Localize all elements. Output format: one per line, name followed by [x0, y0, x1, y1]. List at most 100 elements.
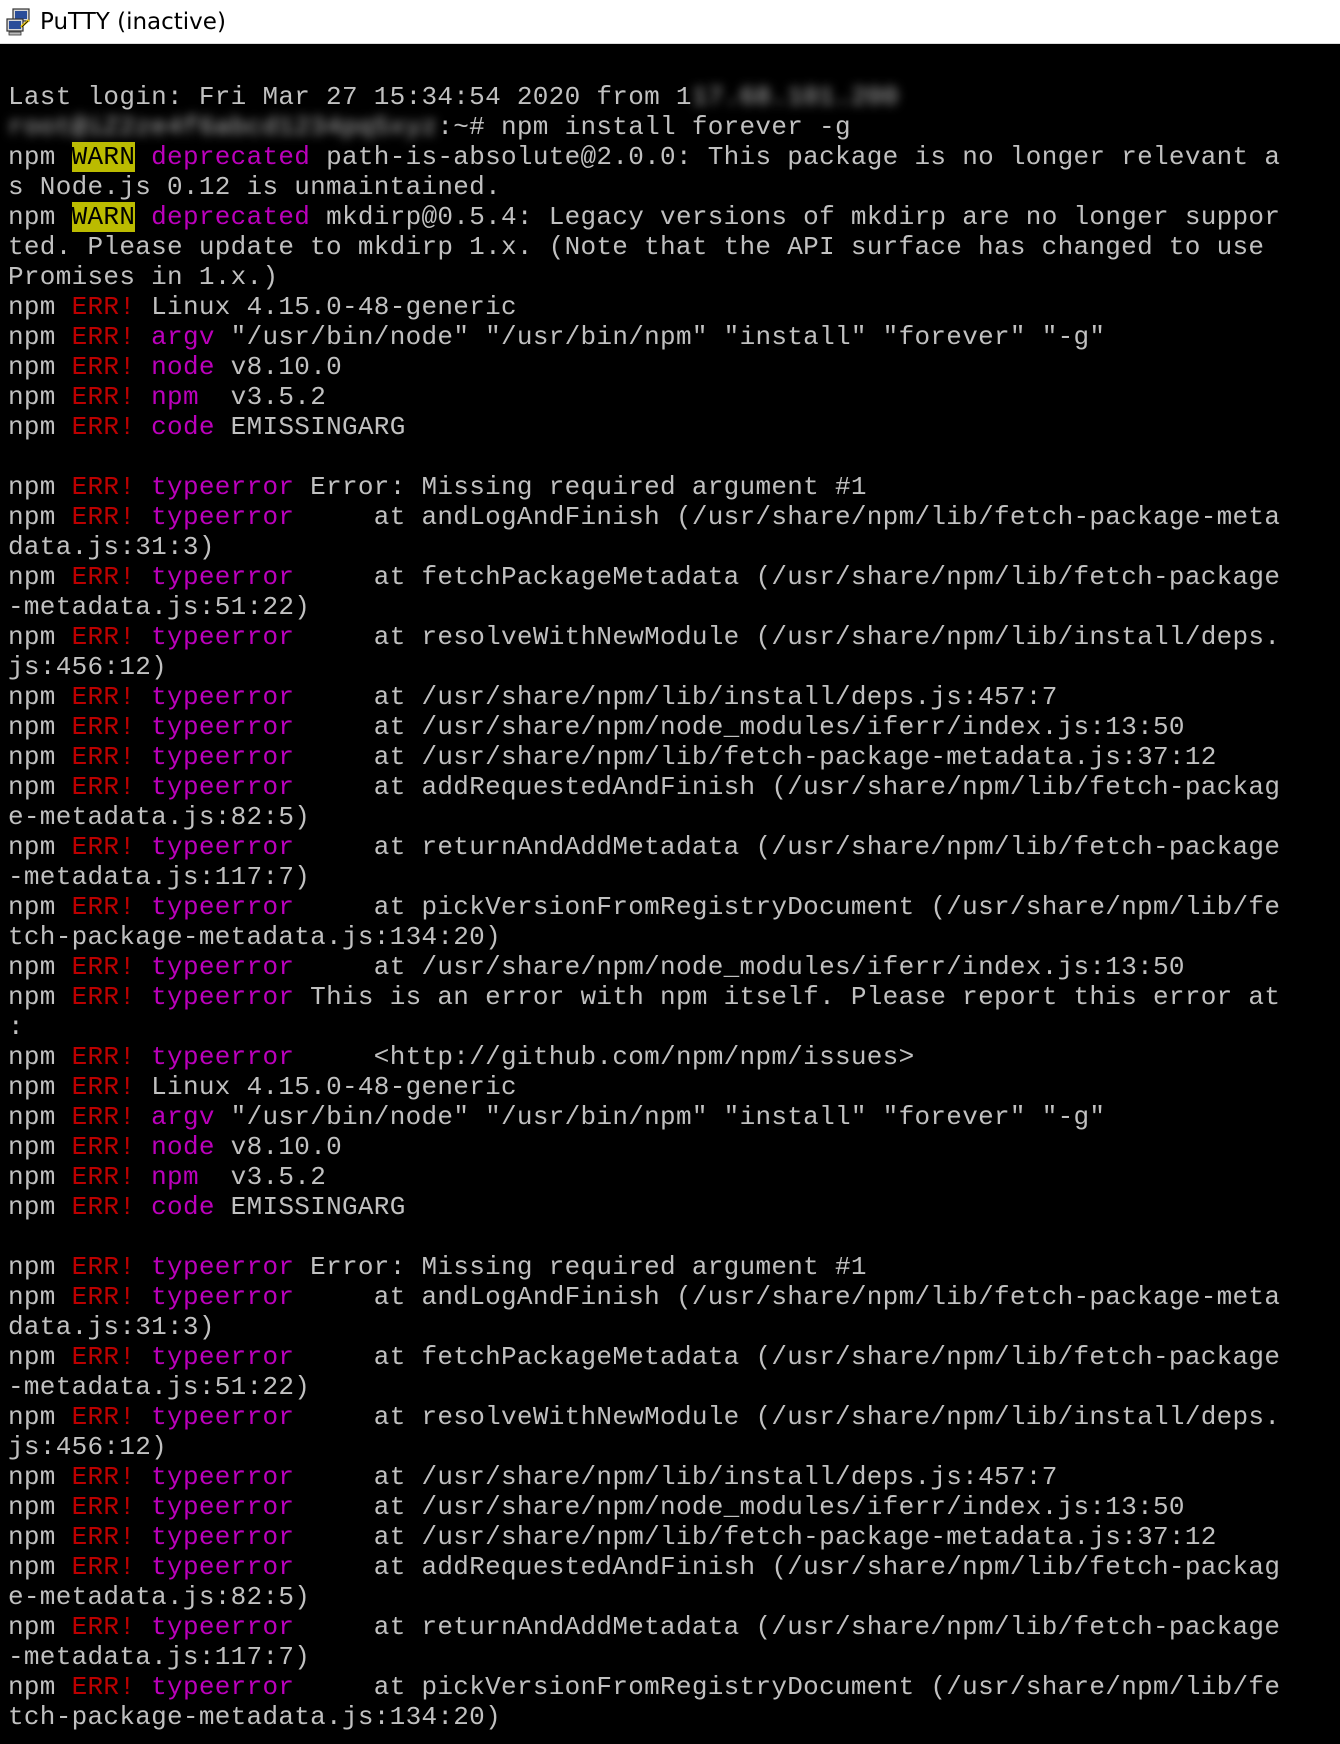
terminal-text: :~# npm install forever -g	[437, 112, 851, 142]
terminal-text: ERR!	[71, 682, 136, 712]
redacted-text: 17.68.101.200	[691, 82, 899, 112]
terminal-line: npm ERR! npm v3.5.2	[8, 1162, 1280, 1192]
terminal-text: path-is-absolute@2.0.0: This package is …	[310, 142, 1281, 172]
terminal-text: typeerror	[151, 952, 295, 982]
terminal-line: npm ERR! Linux 4.15.0-48-generic	[8, 1072, 1280, 1102]
terminal-text: ERR!	[71, 1492, 136, 1522]
terminal-text: ERR!	[71, 1612, 136, 1642]
terminal-text: ERR!	[71, 412, 136, 442]
terminal-text: typeerror	[151, 712, 295, 742]
terminal-line: npm ERR! typeerror at fetchPackageMetada…	[8, 1342, 1280, 1372]
terminal-line: -metadata.js:117:7)	[8, 862, 1280, 892]
terminal-text: at fetchPackageMetadata (/usr/share/npm/…	[294, 1342, 1281, 1372]
terminal-text: at andLogAndFinish (/usr/share/npm/lib/f…	[294, 502, 1281, 532]
terminal-text: npm	[8, 502, 72, 532]
terminal-line: js:456:12)	[8, 1432, 1280, 1462]
terminal-text: at pickVersionFromRegistryDocument (/usr…	[294, 892, 1281, 922]
terminal-text: npm	[8, 352, 72, 382]
terminal-line: npm ERR! node v8.10.0	[8, 352, 1280, 382]
terminal-text: npm	[8, 1162, 72, 1192]
terminal-text: npm	[8, 1132, 72, 1162]
terminal-text: at returnAndAddMetadata (/usr/share/npm/…	[294, 1612, 1281, 1642]
terminal-text: npm	[8, 1612, 72, 1642]
terminal-text: ERR!	[71, 1402, 136, 1432]
terminal-line: npm ERR! argv "/usr/bin/node" "/usr/bin/…	[8, 1102, 1280, 1132]
terminal-text: typeerror	[151, 982, 295, 1012]
terminal-text: ERR!	[71, 292, 136, 322]
terminal-line: Last login: Fri Mar 27 15:34:54 2020 fro…	[8, 82, 1280, 112]
terminal-text: deprecated	[151, 202, 311, 232]
terminal-text: at /usr/share/npm/lib/fetch-package-meta…	[294, 1522, 1217, 1552]
terminal-line: npm ERR! typeerror at /usr/share/npm/nod…	[8, 1492, 1280, 1522]
terminal-text: typeerror	[151, 1552, 295, 1582]
terminal-text: Error: Missing required argument #1	[294, 472, 867, 502]
terminal-text: ERR!	[71, 1132, 136, 1162]
terminal-line: npm ERR! typeerror at andLogAndFinish (/…	[8, 1282, 1280, 1312]
terminal-text: npm	[8, 1282, 72, 1312]
terminal-line: npm ERR! typeerror at fetchPackageMetada…	[8, 562, 1280, 592]
terminal-text: typeerror	[151, 1462, 295, 1492]
terminal-text: npm	[8, 1672, 72, 1702]
terminal-text: ERR!	[71, 1102, 136, 1132]
terminal-text: typeerror	[151, 502, 295, 532]
terminal-text: typeerror	[151, 742, 295, 772]
terminal-line: tch-package-metadata.js:134:20)	[8, 1702, 1280, 1732]
terminal-text: e-metadata.js:82:5)	[8, 802, 311, 832]
terminal-line: npm ERR! npm v3.5.2	[8, 382, 1280, 412]
terminal-screen[interactable]: Last login: Fri Mar 27 15:34:54 2020 fro…	[0, 44, 1340, 1744]
terminal-text: -metadata.js:117:7)	[8, 1642, 311, 1672]
terminal-text: npm	[8, 202, 72, 232]
terminal-text: npm	[8, 292, 72, 322]
window-titlebar[interactable]: PuTTY (inactive)	[0, 0, 1340, 44]
terminal-text: v8.10.0	[214, 352, 343, 382]
terminal-line: npm WARN deprecated path-is-absolute@2.0…	[8, 142, 1280, 172]
terminal-text: at /usr/share/npm/lib/install/deps.js:45…	[294, 1462, 1058, 1492]
window-title: PuTTY (inactive)	[40, 8, 226, 35]
terminal-text: typeerror	[151, 1522, 295, 1552]
terminal-line: npm ERR! typeerror This is an error with…	[8, 982, 1280, 1012]
terminal-line: js:456:12)	[8, 652, 1280, 682]
terminal-text: ERR!	[71, 1672, 136, 1702]
terminal-text: npm	[8, 1252, 72, 1282]
terminal-text: npm	[8, 1102, 72, 1132]
terminal-text: at pickVersionFromRegistryDocument (/usr…	[294, 1672, 1281, 1702]
terminal-text: typeerror	[151, 562, 295, 592]
terminal-line: :	[8, 1012, 1280, 1042]
terminal-text: ERR!	[71, 322, 136, 352]
terminal-line: npm ERR! typeerror Error: Missing requir…	[8, 472, 1280, 502]
terminal-text: typeerror	[151, 892, 295, 922]
terminal-line: tch-package-metadata.js:134:20)	[8, 922, 1280, 952]
terminal-text: npm	[8, 1522, 72, 1552]
terminal-text: at /usr/share/npm/lib/install/deps.js:45…	[294, 682, 1058, 712]
terminal-text: ERR!	[71, 1192, 136, 1222]
terminal-line: npm ERR! typeerror at resolveWithNewModu…	[8, 1402, 1280, 1432]
terminal-text: at /usr/share/npm/node_modules/iferr/ind…	[294, 952, 1185, 982]
terminal-line: npm ERR! code EMISSINGARG	[8, 412, 1280, 442]
terminal-line: data.js:31:3)	[8, 532, 1280, 562]
terminal-text: npm	[8, 832, 72, 862]
terminal-text: data.js:31:3)	[8, 532, 215, 562]
terminal-text: npm	[8, 742, 72, 772]
terminal-text: typeerror	[151, 1612, 295, 1642]
terminal-text: at andLogAndFinish (/usr/share/npm/lib/f…	[294, 1282, 1281, 1312]
terminal-text: -metadata.js:51:22)	[8, 1372, 311, 1402]
terminal-text: ERR!	[71, 772, 136, 802]
